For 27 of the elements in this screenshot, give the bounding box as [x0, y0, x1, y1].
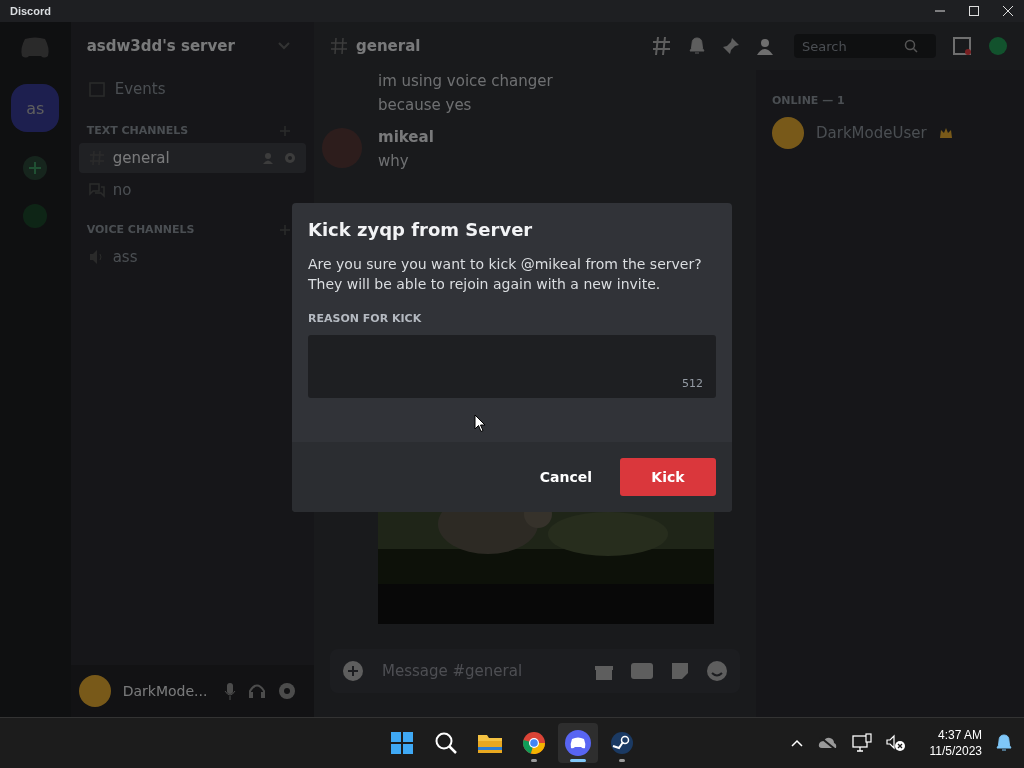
member-item[interactable]: DarkModeUser: [772, 113, 1016, 153]
server-icon[interactable]: as: [11, 84, 60, 132]
clock[interactable]: 4:37 AM 11/5/2023: [929, 727, 982, 759]
member-section-title: ONLINE — 1: [772, 94, 846, 107]
category-title[interactable]: TEXT CHANNELS: [86, 124, 189, 137]
dialog-title: Kick zyqp from Server: [308, 219, 534, 240]
server-name[interactable]: asdw3dd's server: [86, 37, 235, 55]
search-bar[interactable]: Search: [794, 34, 936, 58]
dialog-message: Are you sure you want to kick @mikeal from the server? They will be able to rejoin again with a new invite.: [308, 255, 703, 294]
events-item[interactable]: Events: [78, 74, 306, 104]
message-author[interactable]: mikeal: [378, 128, 434, 146]
channel-item[interactable]: no: [78, 175, 306, 205]
channel-title: general: [356, 37, 421, 55]
reason-field[interactable]: 512: [308, 335, 716, 398]
category-title[interactable]: VOICE CHANNELS: [86, 223, 195, 236]
field-label: REASON FOR KICK: [308, 312, 423, 325]
search-field[interactable]: Search: [800, 37, 904, 55]
character-counter: 512: [682, 377, 703, 390]
cancel-button[interactable]: Cancel: [521, 459, 610, 495]
message-text: im using voice changer: [378, 72, 553, 90]
kick-button[interactable]: Kick: [620, 458, 716, 496]
channel-item[interactable]: general: [78, 143, 306, 173]
message-text: why: [378, 152, 410, 170]
message-text: because yes: [378, 96, 473, 114]
window-title: Discord: [10, 5, 51, 17]
channel-item[interactable]: ass: [78, 242, 306, 272]
username: DarkMode...: [122, 683, 209, 699]
